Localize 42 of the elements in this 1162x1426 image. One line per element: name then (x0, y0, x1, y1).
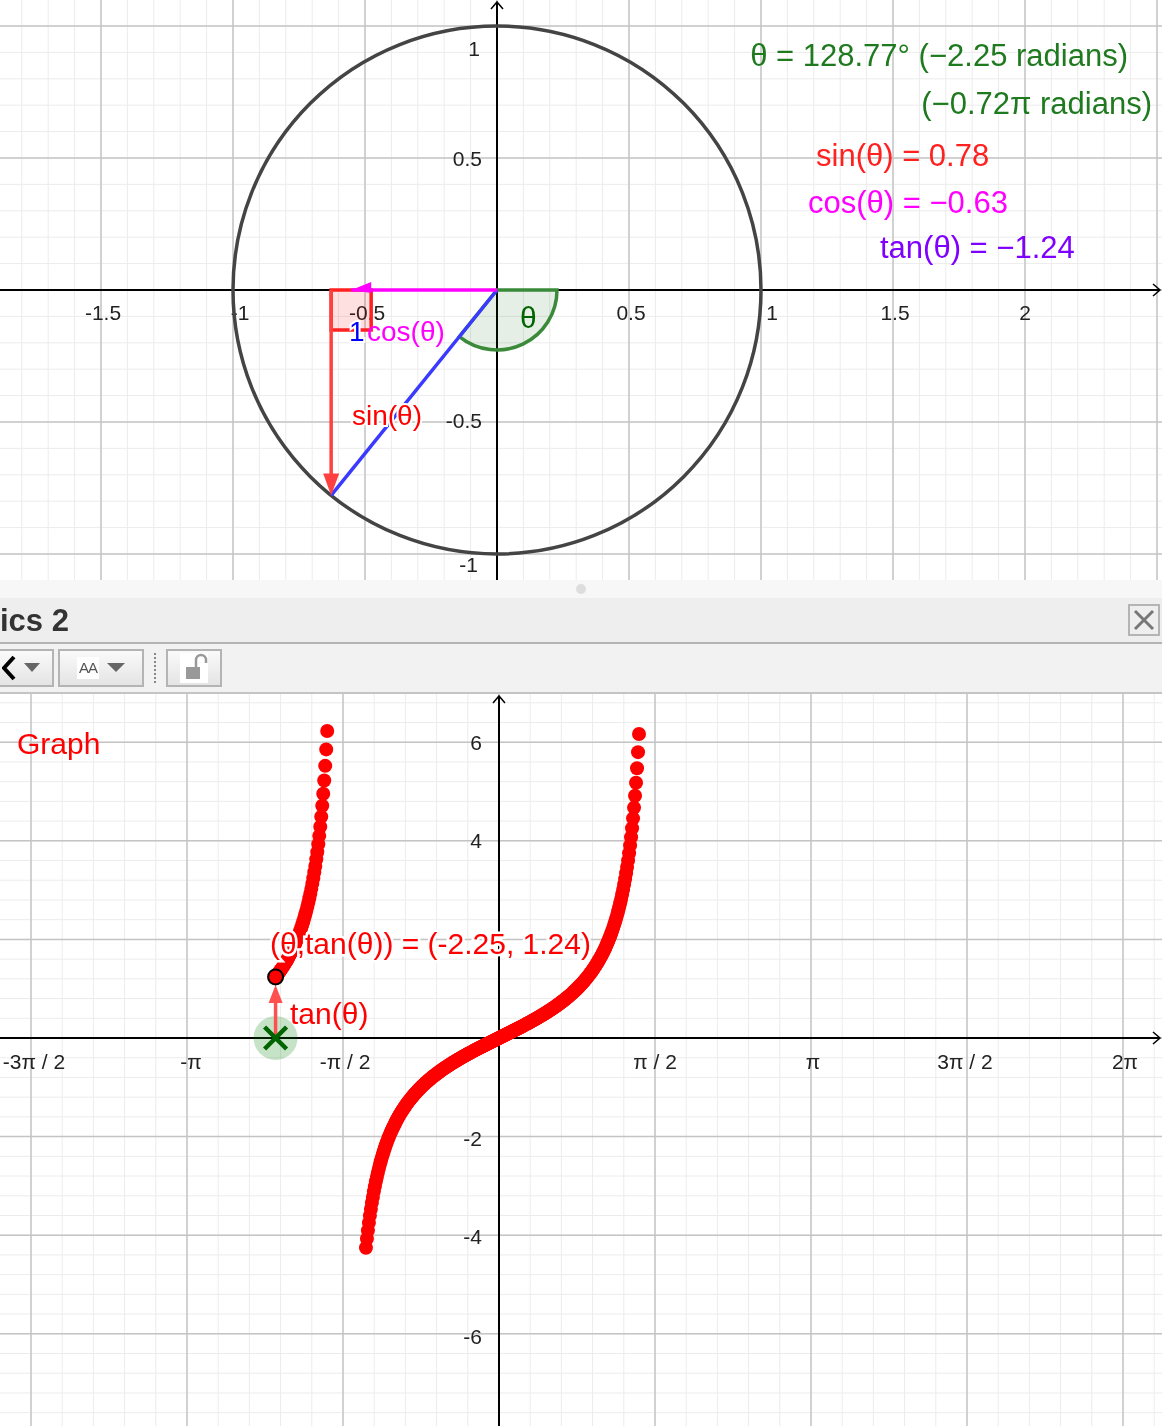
value-readout: tan(θ) = −1.24 (880, 230, 1075, 265)
axis-tick-label: 0.5 (616, 301, 646, 324)
axis-tick-label: π / 2 (633, 1050, 677, 1073)
axis-tick-label: 1 (766, 301, 778, 324)
axis-tick-label: -3π / 2 (2, 1050, 66, 1073)
panel-title: ics 2 (0, 604, 69, 636)
axis-tick-label: 1 (468, 37, 480, 60)
graph-caption: Graph (17, 727, 101, 760)
caret-icon (24, 663, 40, 673)
axis-tick-label: 1.5 (880, 301, 910, 324)
axis-tick-label: -1 (459, 553, 478, 576)
text-style-button[interactable]: AA (58, 649, 144, 687)
value-readout: sin(θ) = 0.78 (816, 138, 990, 173)
tangent-arrow (268, 984, 283, 1038)
axis-tick-label: 0.5 (452, 147, 482, 170)
axis-tick-label: -1.5 (84, 301, 122, 324)
cross-marker (262, 1024, 289, 1052)
axis-tick-label: 6 (470, 731, 482, 754)
axis-tick-label: -π / 2 (319, 1050, 371, 1073)
axis-tick-label: π (805, 1050, 821, 1073)
point-style-button[interactable] (0, 649, 54, 687)
axis-tick-label: -0.5 (445, 409, 482, 432)
axis-tick-label: 4 (470, 829, 482, 852)
axis-tick-label: -π (180, 1050, 202, 1073)
value-readout: cos(θ) = −0.63 (808, 185, 1008, 220)
axis-tick-label: 3π / 2 (937, 1050, 993, 1073)
axis-tick-label: 2 (1019, 301, 1031, 324)
axis-tick-label: -4 (463, 1225, 482, 1248)
value-readout: (−0.72π radians) (921, 86, 1152, 121)
angle-label: θ (520, 301, 537, 334)
lock-button[interactable] (166, 649, 222, 687)
axis-tick-label: 2π (1111, 1050, 1139, 1073)
close-icon (1133, 609, 1155, 631)
axis-tick-label: -6 (463, 1325, 482, 1348)
divider-handle-icon (576, 584, 586, 594)
graph-point (267, 968, 285, 986)
unlocked-padlock-icon (180, 653, 208, 683)
caret-icon (107, 663, 125, 673)
close-button[interactable] (1128, 604, 1160, 636)
value-readout: θ = 128.77° (−2.25 radians) (750, 38, 1128, 73)
tangent-label: tan(θ) (290, 997, 369, 1030)
axis-tick-label: -2 (463, 1127, 482, 1150)
